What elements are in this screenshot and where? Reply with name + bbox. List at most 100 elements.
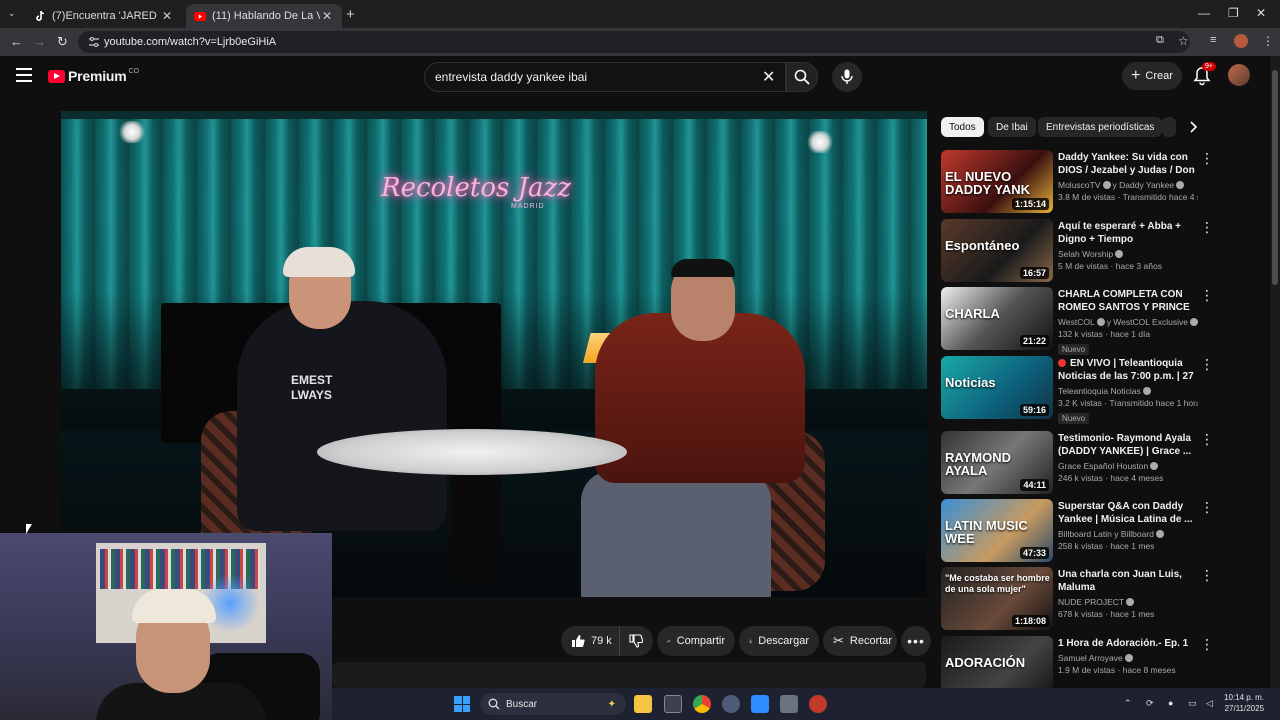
bookmark-star-icon[interactable]: ☆ — [1178, 34, 1189, 48]
settings-gear-icon[interactable] — [722, 695, 740, 713]
more-options-icon[interactable]: ⋮ — [1200, 151, 1214, 165]
recommendation-item[interactable]: "Me costaba ser hombre de una sola mujer… — [941, 567, 1214, 631]
taskbar-clock[interactable]: 10:14 p. m. 27/11/2025 — [1224, 692, 1264, 714]
browser-menu-icon[interactable]: ⋮ — [1262, 34, 1274, 48]
browser-tab-2[interactable]: (11) Hablando De La Vida con I ✕ — [186, 4, 342, 28]
share-button[interactable]: Compartir — [657, 626, 735, 656]
dislike-button[interactable] — [619, 626, 651, 656]
clear-search-icon[interactable]: ✕ — [762, 67, 775, 87]
more-actions-button[interactable]: ••• — [901, 626, 931, 656]
more-options-icon[interactable]: ⋮ — [1200, 220, 1214, 234]
recommendation-item[interactable]: CHARLA 21:22 CHARLA COMPLETA CON ROMEO SAN… — [941, 287, 1214, 355]
search-input[interactable]: entrevista daddy yankee ibai — [424, 62, 786, 92]
video-thumbnail[interactable]: EL NUEVO DADDY YANK 1:15:14 — [941, 150, 1053, 213]
video-thumbnail[interactable]: RAYMOND AYALA 44:11 — [941, 431, 1053, 494]
taskbar-search[interactable]: Buscar ✦ — [480, 693, 626, 715]
windows-start-icon[interactable] — [454, 696, 470, 712]
video-player[interactable]: Recoletos Jazz MADRID EMEST LWAYS — [61, 111, 927, 597]
country-code: CO — [128, 67, 140, 75]
more-options-icon[interactable]: ⋮ — [1200, 432, 1214, 446]
site-settings-icon[interactable] — [88, 36, 100, 48]
store-icon[interactable] — [664, 695, 682, 713]
scrollbar-thumb[interactable] — [1272, 70, 1278, 285]
recommendation-item[interactable]: Espontáneo 16:57 Aquí te esperaré + Abba +… — [941, 219, 1214, 283]
like-button[interactable]: 79 k — [561, 626, 653, 656]
install-app-icon[interactable]: ⧉ — [1156, 34, 1164, 47]
file-explorer-icon[interactable] — [634, 695, 652, 713]
channel-name[interactable]: MoluscoTV y Daddy Yankee — [1058, 180, 1198, 190]
close-window-icon[interactable]: ✕ — [1256, 6, 1266, 20]
forward-arrow-icon[interactable]: → — [33, 34, 46, 49]
more-options-icon[interactable]: ⋮ — [1200, 568, 1214, 582]
account-avatar[interactable] — [1228, 64, 1250, 86]
camera-icon[interactable] — [780, 695, 798, 713]
tray-network-icon[interactable]: ▭ — [1188, 698, 1197, 709]
maximize-icon[interactable]: ❐ — [1228, 6, 1239, 20]
address-bar[interactable]: youtube.com/watch?v=Ljrb0eGiHiA — [78, 31, 1190, 53]
chip-todos[interactable]: Todos — [941, 117, 984, 137]
voice-search-button[interactable] — [832, 62, 862, 92]
channel-name[interactable]: Selah Worship — [1058, 249, 1198, 259]
reading-list-icon[interactable]: ≡ — [1210, 34, 1216, 46]
description-box[interactable] — [332, 662, 926, 688]
tab-title: (11) Hablando De La Vida con I — [212, 10, 320, 22]
notification-count-badge: 9+ — [1202, 62, 1216, 71]
profile-avatar[interactable] — [1234, 34, 1248, 48]
video-title[interactable]: Daddy Yankee: Su vida con DIOS / Jezabel… — [1058, 151, 1198, 177]
video-title[interactable]: Superstar Q&A con Daddy Yankee | Música … — [1058, 500, 1198, 526]
chrome-icon[interactable] — [693, 695, 711, 713]
create-button[interactable]: + Crear — [1122, 62, 1182, 90]
more-options-icon[interactable]: ⋮ — [1200, 288, 1214, 302]
video-thumbnail[interactable]: LATIN MUSIC WEE 47:33 — [941, 499, 1053, 562]
zoom-icon[interactable] — [751, 695, 769, 713]
tray-chevron-icon[interactable]: ⌃ — [1124, 698, 1132, 709]
chip-scroll-next-icon[interactable] — [1184, 117, 1204, 137]
tab-close-icon[interactable]: ✕ — [160, 9, 174, 23]
tab-close-icon[interactable]: ✕ — [320, 9, 334, 23]
clip-button[interactable]: ✂ Recortar — [823, 626, 897, 656]
recommendation-item[interactable]: Noticias 59:16 EN VIVO | Teleantioquia Not… — [941, 356, 1214, 424]
more-options-icon[interactable]: ⋮ — [1200, 357, 1214, 371]
channel-name[interactable]: Billboard Latin y Billboard — [1058, 529, 1198, 539]
video-title[interactable]: 1 Hora de Adoración.- Ep. 1 — [1058, 637, 1198, 650]
download-button[interactable]: Descargar — [739, 626, 819, 656]
video-thumbnail[interactable]: Espontáneo 16:57 — [941, 219, 1053, 282]
video-title[interactable]: Testimonio- Raymond Ayala (DADDY YANKEE)… — [1058, 432, 1198, 458]
channel-name[interactable]: NUDE PROJECT — [1058, 597, 1198, 607]
thumbnail-caption: Noticias — [945, 375, 996, 390]
channel-name[interactable]: Grace Español Houston — [1058, 461, 1198, 471]
hamburger-menu-icon[interactable] — [16, 68, 32, 82]
new-tab-icon[interactable]: + — [346, 6, 355, 23]
video-thumbnail[interactable]: "Me costaba ser hombre de una sola mujer… — [941, 567, 1053, 630]
more-options-icon[interactable]: ⋮ — [1200, 500, 1214, 514]
youtube-premium-logo[interactable]: Premium CO — [48, 68, 139, 84]
channel-name[interactable]: WestCOL y WestCOL Exclusive — [1058, 317, 1198, 327]
video-thumbnail[interactable]: CHARLA 21:22 — [941, 287, 1053, 350]
more-options-icon[interactable]: ⋮ — [1200, 637, 1214, 651]
back-arrow-icon[interactable]: ← — [10, 34, 23, 49]
tray-volume-icon[interactable]: ◁ — [1206, 698, 1213, 709]
minimize-icon[interactable]: — — [1198, 6, 1210, 20]
video-thumbnail[interactable]: Noticias 59:16 — [941, 356, 1053, 419]
tray-mic-icon[interactable]: ● — [1168, 698, 1173, 708]
recommendation-item[interactable]: LATIN MUSIC WEE 47:33 Superstar Q&A con Da… — [941, 499, 1214, 563]
tab-list-chevron-icon[interactable]: ⌄ — [8, 8, 16, 19]
recommendation-item[interactable]: EL NUEVO DADDY YANK 1:15:14 Daddy Yankee: … — [941, 150, 1214, 214]
chip-entrevistas[interactable]: Entrevistas periodísticas — [1038, 117, 1163, 137]
search-button[interactable] — [786, 62, 818, 92]
recording-app-icon[interactable] — [809, 695, 827, 713]
chip-de-ibai[interactable]: De Ibai — [988, 117, 1036, 137]
recommendation-item[interactable]: RAYMOND AYALA 44:11 Testimonio- Raymond Ay… — [941, 431, 1214, 495]
browser-tab-1[interactable]: (7)Encuentra 'JARED KUSHNER' ✕ — [26, 4, 182, 28]
video-title[interactable]: Una charla con Juan Luis, Maluma — [1058, 568, 1198, 594]
channel-name[interactable]: Samuel Arroyave — [1058, 653, 1198, 663]
video-title[interactable]: Aquí te esperaré + Abba + Digno + Tiempo… — [1058, 220, 1198, 246]
video-title[interactable]: EN VIVO | Teleantioquia Noticias de las … — [1058, 357, 1198, 383]
thumbs-up-icon — [572, 635, 585, 647]
video-title[interactable]: CHARLA COMPLETA CON ROMEO SANTOS Y PRINC… — [1058, 288, 1198, 314]
tray-sync-icon[interactable]: ⟳ — [1146, 698, 1154, 709]
reload-icon[interactable]: ↻ — [57, 34, 68, 50]
chip-partial[interactable] — [1162, 117, 1176, 137]
channel-name[interactable]: Teleantioquia Noticias — [1058, 386, 1198, 396]
microphone-icon — [841, 69, 853, 84]
